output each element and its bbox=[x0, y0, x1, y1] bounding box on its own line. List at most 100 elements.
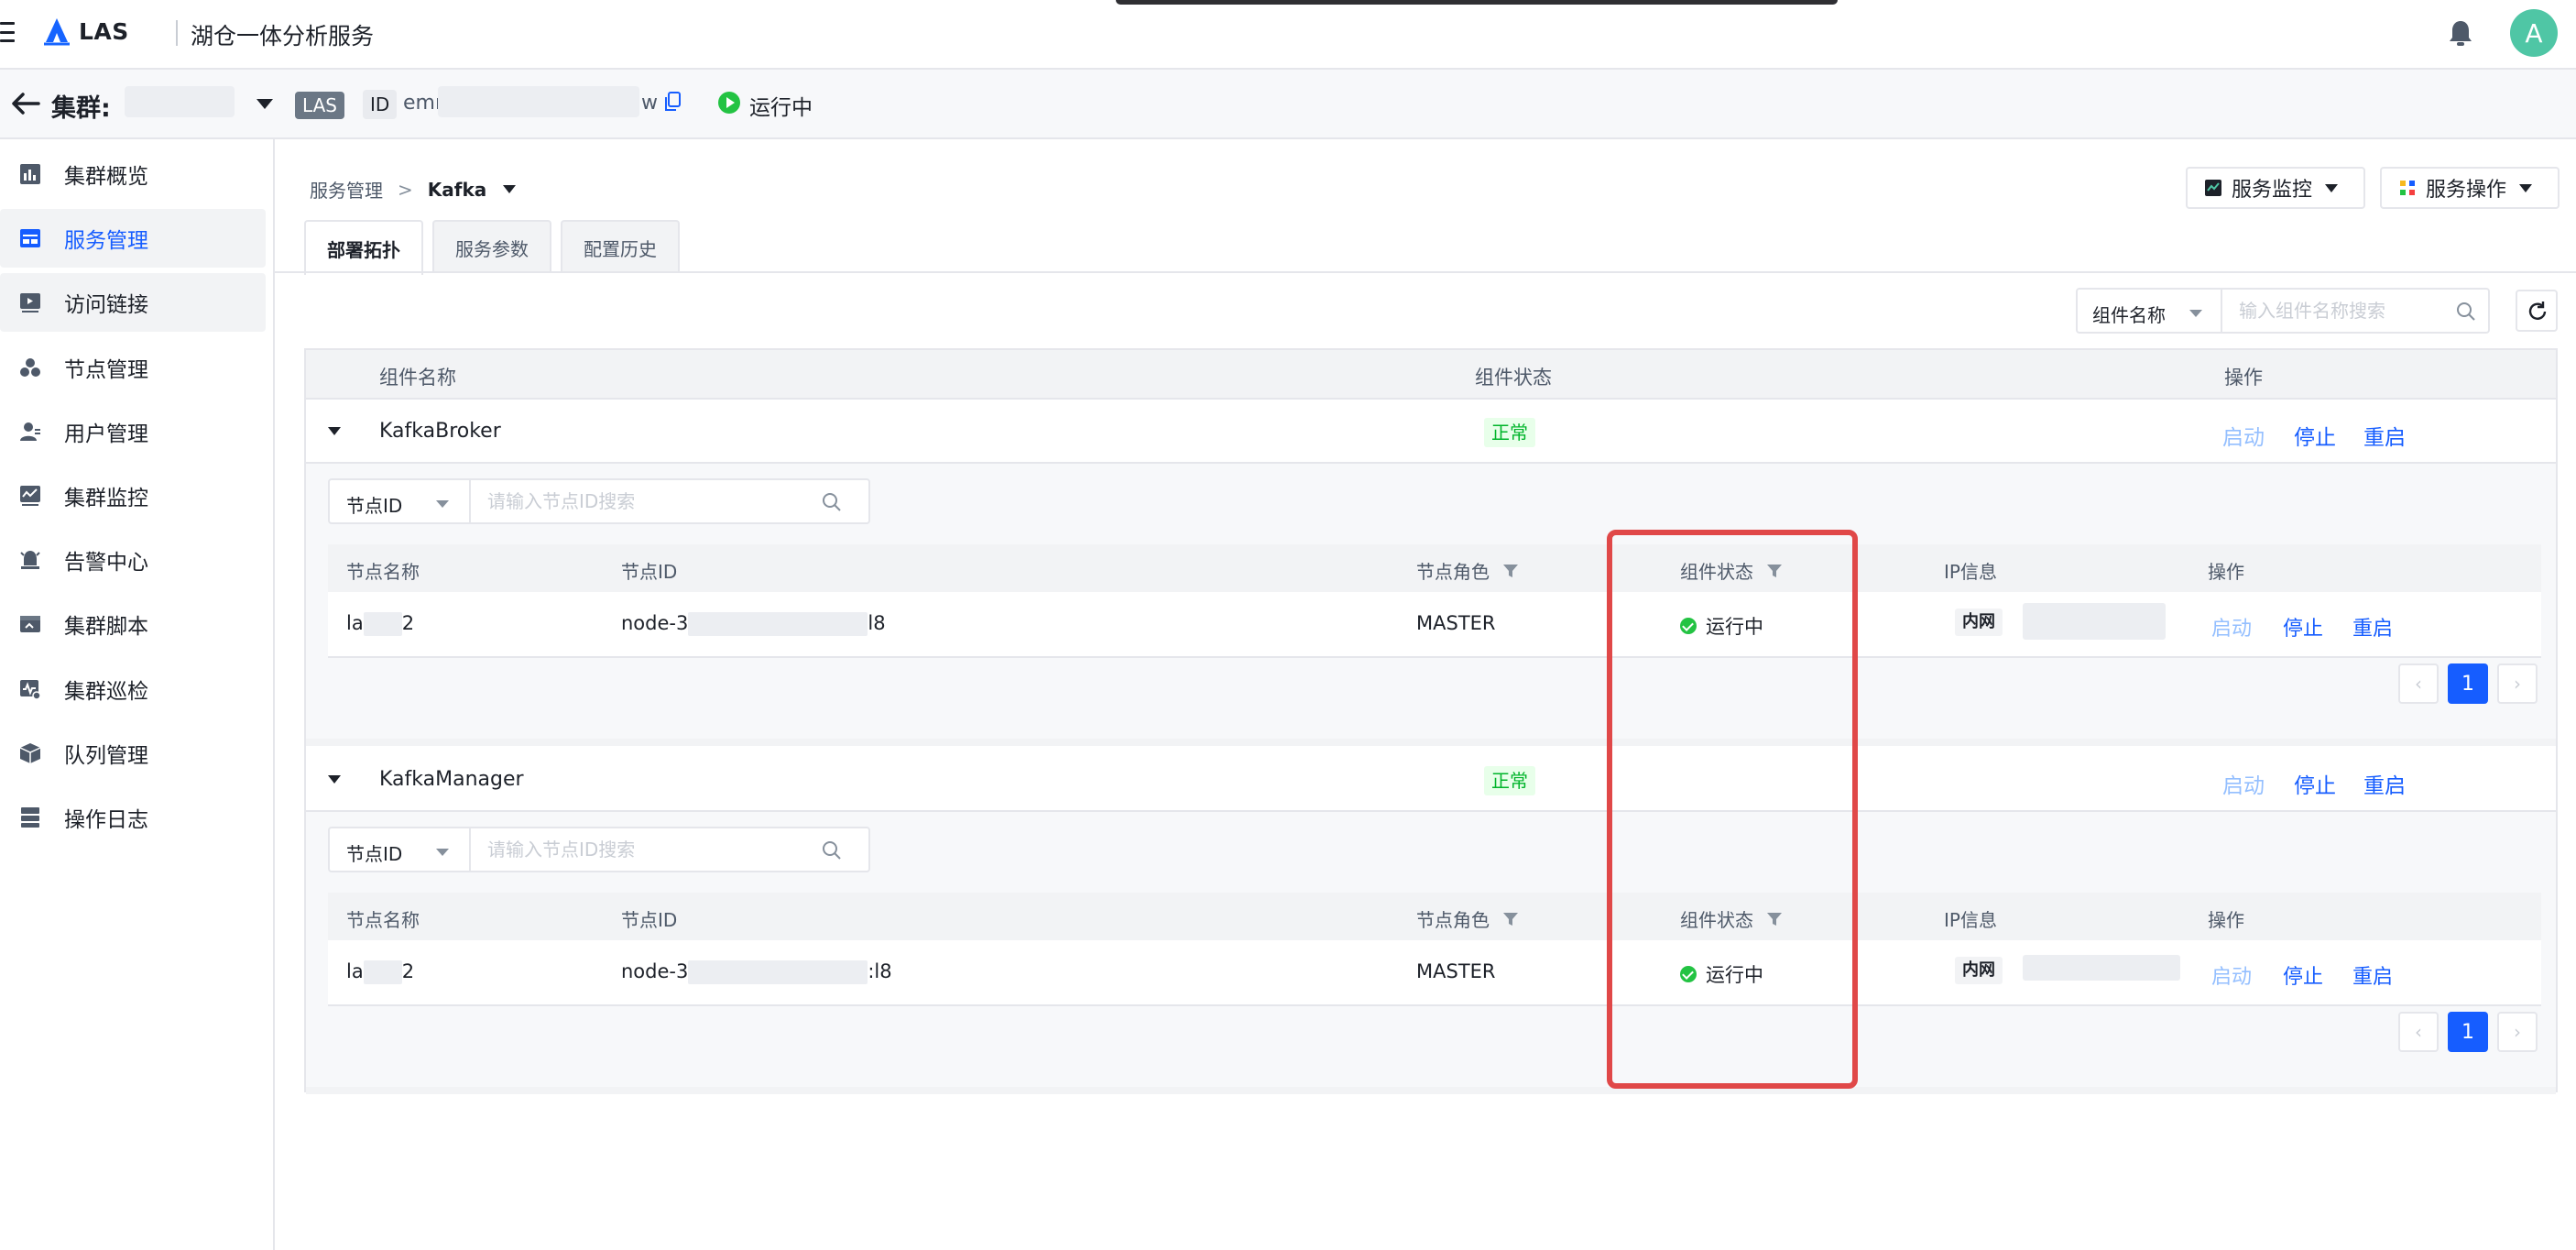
header-component-status: 组件状态 bbox=[1475, 367, 1552, 389]
node-header-label: 节点ID bbox=[621, 909, 678, 931]
start-button[interactable]: 启动 bbox=[2222, 420, 2265, 451]
sidebar-item-chart[interactable]: 集群概览 bbox=[0, 145, 266, 203]
node-name-prefix: la bbox=[346, 612, 364, 634]
component-row: KafkaManager 正常 启动 停止 重启 bbox=[306, 748, 2556, 812]
node-name: la 2 bbox=[346, 612, 414, 636]
product-name: 湖仓一体分析服务 bbox=[191, 23, 375, 49]
service-monitor-button[interactable]: 服务监控 bbox=[2186, 167, 2365, 209]
bell-icon[interactable] bbox=[2448, 18, 2473, 48]
node-start-button[interactable]: 启动 bbox=[2211, 612, 2252, 641]
filter-icon[interactable] bbox=[1766, 911, 1783, 927]
node-name-suffix: 2 bbox=[401, 612, 415, 634]
node-header: 节点ID bbox=[621, 905, 677, 932]
cluster-dropdown-icon[interactable] bbox=[257, 99, 273, 109]
prev-page-button[interactable]: ‹ bbox=[2398, 1012, 2439, 1052]
sidebar-item-log[interactable]: 操作日志 bbox=[0, 788, 266, 847]
node-header-label: 组件状态 bbox=[1680, 909, 1753, 931]
current-page[interactable]: 1 bbox=[2448, 1012, 2488, 1052]
node-header-label: IP信息 bbox=[1944, 561, 1997, 583]
node-name: la 2 bbox=[346, 960, 414, 984]
collapse-icon[interactable] bbox=[328, 427, 341, 435]
breadcrumb-separator: > bbox=[398, 178, 413, 201]
chevron-down-icon[interactable] bbox=[436, 500, 449, 508]
node-id-suffix: l8 bbox=[868, 612, 886, 634]
node-header: 节点名称 bbox=[346, 905, 420, 932]
tab-params[interactable]: 服务参数 bbox=[432, 220, 551, 273]
sidebar-item-nodes[interactable]: 节点管理 bbox=[0, 338, 266, 397]
sidebar-item-monitor[interactable]: 集群监控 bbox=[0, 466, 266, 525]
menu-icon[interactable] bbox=[0, 22, 15, 42]
sidebar-item-link[interactable]: 访问链接 bbox=[0, 273, 266, 332]
current-page[interactable]: 1 bbox=[2448, 663, 2488, 704]
tab-topology[interactable]: 部署拓扑 bbox=[304, 220, 423, 275]
sidebar-item-alarm[interactable]: 告警中心 bbox=[0, 531, 266, 589]
node-id-suffix: :l8 bbox=[868, 960, 892, 982]
collapse-icon[interactable] bbox=[328, 775, 341, 784]
sidebar-item-script[interactable]: 集群脚本 bbox=[0, 595, 266, 653]
node-status-text: 运行中 bbox=[1706, 964, 1763, 986]
tab-history[interactable]: 配置历史 bbox=[561, 220, 680, 273]
ip-masked bbox=[2023, 955, 2180, 981]
copy-icon[interactable] bbox=[663, 92, 682, 112]
node-search-input[interactable] bbox=[487, 488, 790, 515]
filter-icon[interactable] bbox=[1502, 911, 1519, 927]
refresh-button[interactable] bbox=[2516, 290, 2558, 332]
search-icon[interactable] bbox=[821, 839, 843, 861]
sidebar-item-service[interactable]: 服务管理 bbox=[0, 209, 266, 268]
service-icon bbox=[20, 229, 40, 247]
avatar[interactable]: A bbox=[2510, 9, 2558, 57]
node-filter-select[interactable]: 节点ID bbox=[346, 839, 402, 866]
ip-masked bbox=[2023, 603, 2166, 640]
restart-button[interactable]: 重启 bbox=[2363, 420, 2406, 451]
node-start-button[interactable]: 启动 bbox=[2211, 960, 2252, 990]
service-dropdown-icon[interactable] bbox=[503, 185, 517, 193]
search-icon[interactable] bbox=[821, 491, 843, 513]
chevron-down-icon[interactable] bbox=[2189, 310, 2202, 317]
masked-text bbox=[688, 612, 868, 636]
breadcrumb-current: Kafka bbox=[427, 178, 487, 201]
service-operate-button[interactable]: 服务操作 bbox=[2380, 167, 2560, 209]
filter-divider bbox=[469, 480, 471, 522]
service-monitor-label: 服务监控 bbox=[2232, 179, 2313, 202]
sidebar-item-inspect[interactable]: 集群巡检 bbox=[0, 660, 266, 718]
chevron-down-icon bbox=[2519, 183, 2533, 192]
sidebar-item-queue[interactable]: 队列管理 bbox=[0, 724, 266, 783]
search-icon[interactable] bbox=[2455, 301, 2477, 323]
next-page-button[interactable]: › bbox=[2497, 663, 2538, 704]
chevron-down-icon[interactable] bbox=[436, 849, 449, 856]
header-component-name: 组件名称 bbox=[379, 367, 456, 389]
node-id-prefix: node-3 bbox=[621, 960, 689, 982]
component-filter-select[interactable]: 组件名称 bbox=[2092, 301, 2166, 327]
node-header: IP信息 bbox=[1944, 557, 1997, 584]
network-tag: 内网 bbox=[1955, 957, 2003, 984]
node-stop-button[interactable]: 停止 bbox=[2283, 612, 2323, 641]
start-button[interactable]: 启动 bbox=[2222, 768, 2265, 799]
node-name-suffix: 2 bbox=[401, 960, 415, 982]
back-arrow-icon[interactable] bbox=[11, 90, 40, 117]
breadcrumb-parent[interactable]: 服务管理 bbox=[310, 176, 383, 203]
node-header: 组件状态 bbox=[1680, 905, 1783, 932]
sidebar-item-user[interactable]: 用户管理 bbox=[0, 402, 266, 461]
component-search-input[interactable] bbox=[2239, 297, 2440, 324]
node-restart-button[interactable]: 重启 bbox=[2352, 612, 2393, 641]
masked-text bbox=[688, 960, 868, 984]
restart-button[interactable]: 重启 bbox=[2363, 768, 2406, 799]
node-search-input[interactable] bbox=[487, 836, 790, 863]
filter-icon[interactable] bbox=[1766, 563, 1783, 579]
prev-page-button[interactable]: ‹ bbox=[2398, 663, 2439, 704]
filter-divider bbox=[469, 828, 471, 871]
cluster-status: 运行中 bbox=[749, 96, 813, 120]
filter-icon[interactable] bbox=[1502, 563, 1519, 579]
node-table-header: 节点名称 节点ID 节点角色 组件状态 IP信息 操作 bbox=[328, 544, 2541, 592]
component-status-badge: 正常 bbox=[1484, 418, 1535, 447]
las-logo[interactable] bbox=[40, 15, 73, 48]
next-page-button[interactable]: › bbox=[2497, 1012, 2538, 1052]
node-panel: 节点ID 节点名称 节点ID 节点角色 组件状态 IP信息 操作 la 2 node-3:l8 MA… bbox=[306, 812, 2556, 1094]
stop-button[interactable]: 停止 bbox=[2294, 768, 2336, 799]
node-panel: 节点ID 节点名称 节点ID 节点角色 组件状态 IP信息 操作 la 2 node-3 l8 MAS… bbox=[306, 464, 2556, 746]
stop-button[interactable]: 停止 bbox=[2294, 420, 2336, 451]
id-label: ID bbox=[363, 90, 398, 119]
node-filter-select[interactable]: 节点ID bbox=[346, 491, 402, 518]
node-stop-button[interactable]: 停止 bbox=[2283, 960, 2323, 990]
node-restart-button[interactable]: 重启 bbox=[2352, 960, 2393, 990]
